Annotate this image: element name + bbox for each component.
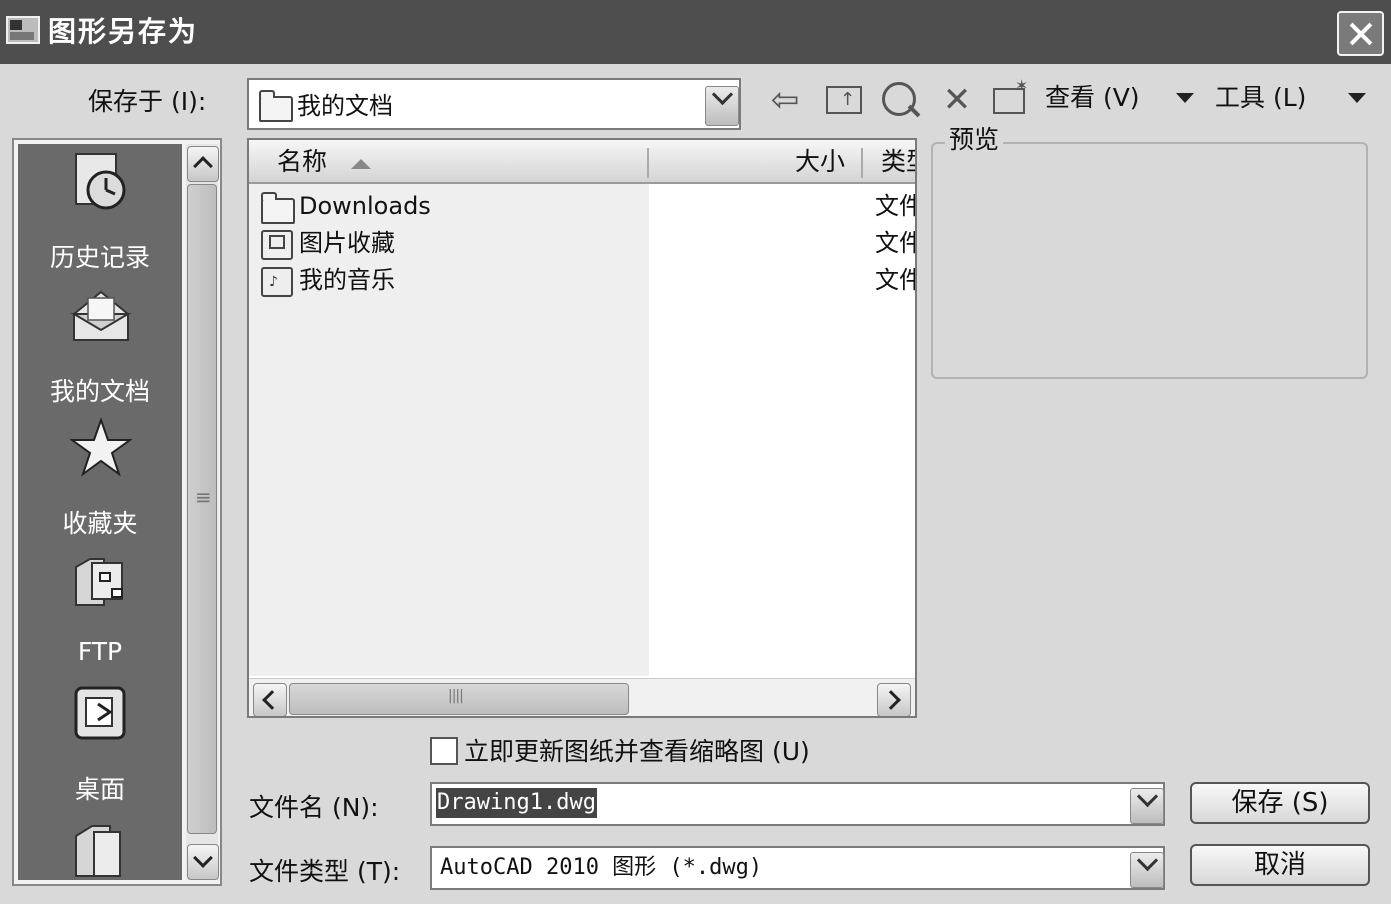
autocad-app-icon — [6, 16, 40, 44]
save-in-dropdown[interactable]: 我的文档 — [247, 78, 741, 130]
update-thumbnail-label[interactable]: 立即更新图纸并查看缩略图 (U) — [464, 736, 810, 768]
close-button[interactable] — [1337, 11, 1384, 56]
place-label: 收藏夹 — [62, 509, 138, 538]
place-my-documents[interactable]: 我的文档 — [18, 284, 182, 412]
column-divider[interactable] — [861, 148, 863, 178]
scroll-left-icon[interactable] — [253, 683, 287, 716]
scrollbar-thumb[interactable] — [187, 184, 217, 834]
save-button[interactable]: 保存 (S) — [1190, 782, 1370, 824]
file-row[interactable]: Downloads 文件夹 — [249, 188, 915, 224]
search-web-icon[interactable] — [882, 82, 921, 118]
scroll-down-icon[interactable] — [187, 844, 219, 880]
my-documents-icon — [70, 284, 132, 346]
horizontal-scrollbar[interactable] — [249, 678, 915, 716]
file-type: 文件夹 — [875, 229, 915, 257]
pictures-folder-icon — [261, 230, 293, 260]
file-row[interactable]: 图片收藏 文件夹 — [249, 225, 915, 261]
list-body: Downloads 文件夹 图片收藏 文件夹 ♪ 我的音乐 文件夹 — [249, 184, 915, 676]
sort-ascending-icon — [351, 159, 371, 169]
filetype-label: 文件类型 (T): — [249, 857, 401, 886]
filename-input[interactable]: Drawing1.dwg — [430, 782, 1165, 826]
file-name: Downloads — [299, 192, 431, 220]
column-header-name[interactable]: 名称 — [277, 146, 327, 178]
scroll-right-icon[interactable] — [877, 683, 911, 716]
file-row[interactable]: ♪ 我的音乐 文件夹 — [249, 262, 915, 298]
view-dropdown-arrow-icon[interactable] — [1176, 93, 1194, 103]
chevron-down-icon[interactable] — [1130, 852, 1164, 888]
column-header-type[interactable]: 类型 — [881, 146, 915, 178]
chevron-down-icon[interactable] — [1130, 788, 1164, 824]
place-desktop[interactable]: 桌面 — [18, 682, 182, 810]
filename-label: 文件名 (N): — [249, 793, 379, 822]
tools-dropdown-arrow-icon[interactable] — [1348, 93, 1366, 103]
place-label: 桌面 — [74, 775, 125, 804]
scroll-up-icon[interactable] — [187, 146, 219, 182]
places-list: 历史记录 我的文档 收藏夹 FTP 桌面 — [18, 144, 182, 880]
delete-x-icon[interactable]: ✕ — [937, 80, 977, 120]
list-header: 名称 大小 类型 — [249, 140, 915, 184]
places-bar: 历史记录 我的文档 收藏夹 FTP 桌面 — [12, 138, 222, 886]
scrollbar-thumb[interactable] — [289, 683, 629, 715]
music-folder-icon: ♪ — [261, 267, 293, 297]
file-type: 文件夹 — [875, 266, 915, 294]
place-label: 历史记录 — [49, 243, 150, 272]
file-type: 文件夹 — [875, 192, 915, 220]
cancel-button[interactable]: 取消 — [1190, 844, 1370, 886]
filename-value: Drawing1.dwg — [436, 788, 597, 818]
title-bar: 图形另存为 — [0, 0, 1391, 64]
filetype-value: AutoCAD 2010 图形 (*.dwg) — [440, 855, 763, 880]
ftp-icon — [70, 549, 132, 611]
history-icon — [70, 150, 132, 212]
place-favorites[interactable]: 收藏夹 — [18, 416, 182, 544]
place-more[interactable] — [18, 816, 182, 880]
folder-icon — [259, 90, 293, 122]
dialog-title: 图形另存为 — [48, 15, 199, 48]
place-history[interactable]: 历史记录 — [18, 150, 182, 278]
back-arrow-icon[interactable]: ⇦ — [765, 80, 805, 120]
column-divider[interactable] — [647, 148, 649, 178]
view-menu[interactable]: 查看 (V) — [1045, 80, 1140, 116]
place-ftp[interactable]: FTP — [18, 549, 182, 677]
update-thumbnail-checkbox[interactable] — [430, 737, 458, 765]
desktop-icon — [70, 682, 132, 744]
preview-panel — [931, 142, 1368, 379]
up-folder-icon[interactable]: ↑ — [826, 86, 862, 114]
file-name: 图片收藏 — [299, 229, 395, 257]
save-in-label: 保存于 (I): — [88, 87, 207, 116]
file-name: 我的音乐 — [299, 266, 395, 294]
place-label: FTP — [77, 637, 123, 666]
tools-menu[interactable]: 工具 (L) — [1215, 80, 1306, 116]
file-list: 名称 大小 类型 Downloads 文件夹 图片收藏 文件夹 ♪ 我的音乐 文… — [247, 138, 917, 718]
filetype-dropdown[interactable]: AutoCAD 2010 图形 (*.dwg) — [430, 846, 1165, 890]
chevron-down-icon[interactable] — [705, 86, 739, 126]
place-label: 我的文档 — [49, 377, 150, 406]
favorites-star-icon — [68, 416, 134, 478]
places-scrollbar[interactable] — [186, 144, 219, 880]
preview-label: 预览 — [945, 124, 1004, 156]
save-in-value: 我的文档 — [297, 92, 393, 120]
new-folder-icon[interactable]: ✶ — [993, 76, 1028, 114]
folder-share-icon — [70, 816, 132, 878]
column-header-size[interactable]: 大小 — [795, 146, 845, 178]
folder-icon — [261, 192, 295, 224]
